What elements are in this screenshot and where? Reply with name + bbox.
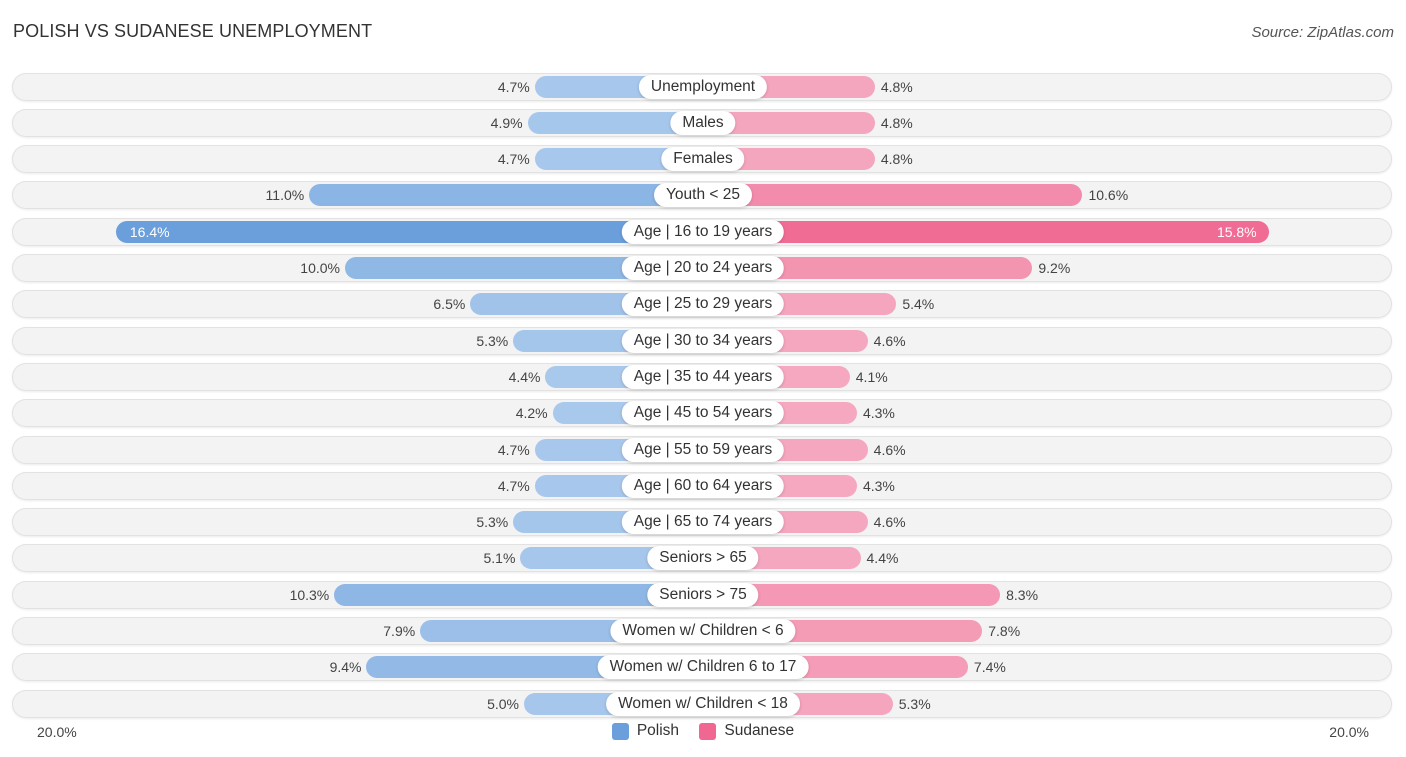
sudanese-value-label: 5.3% [898,695,931,712]
polish-value-label: 10.0% [300,260,340,276]
category-label: Males [670,110,736,135]
polish-value-label: 7.9% [383,623,416,639]
polish-value-label: 10.3% [289,586,330,603]
legend-swatch-sudanese [699,722,717,740]
sudanese-value-label: 8.3% [1006,586,1039,603]
sudanese-bar[interactable] [703,184,1083,207]
polish-value-label: 4.9% [490,114,523,131]
polish-value-label: 5.3% [476,514,509,531]
sudanese-value-label: 4.1% [855,368,888,385]
category-label: Age | 60 to 64 years [621,473,785,498]
legend-label-sudanese: Sudanese [724,722,795,739]
legend-label-polish: Polish [636,722,680,739]
category-label: Seniors > 65 [647,546,759,571]
sudanese-bar[interactable] [703,220,1269,243]
category-label: Age | 55 to 59 years [621,437,785,462]
legend-swatch-polish [611,722,629,740]
sudanese-value-label: 10.6% [1088,187,1129,204]
sudanese-value-label: 4.4% [866,550,899,567]
polish-value-label: 5.0% [487,695,519,712]
category-label: Age | 30 to 34 years [621,328,785,353]
diverging-bar-chart: 4.7% 4.8% Unemployment 4.9% 4.8% Males 4.7% 4.8… [0,0,1406,757]
polish-value-label: 5.3% [476,332,509,349]
sudanese-value-label: 5.4% [902,296,935,313]
sudanese-value-label: 4.8% [880,114,913,131]
polish-value-label: 6.5% [433,296,466,313]
legend-item-sudanese[interactable]: Sudanese [699,722,794,740]
polish-value-label: 4.7% [497,477,530,494]
sudanese-value-label: 4.6% [873,332,906,349]
polish-value-label: 4.7% [497,151,530,168]
polish-value-label: 4.2% [515,405,548,422]
sudanese-value-label: 4.8% [880,78,913,95]
category-label: Females [661,147,745,172]
sudanese-value-label: 4.6% [873,441,906,458]
polish-bar[interactable] [115,220,703,243]
sudanese-value-label: 4.3% [862,477,895,494]
polish-value-label: 5.1% [483,550,516,567]
legend: Polish Sudanese [0,722,1406,745]
category-label: Age | 35 to 44 years [621,364,785,389]
polish-value-label: 4.7% [497,78,530,95]
sudanese-value-label: 9.2% [1038,260,1071,276]
category-label: Women w/ Children < 6 [610,619,796,643]
category-label: Women w/ Children < 18 [606,691,800,716]
category-label: Age | 65 to 74 years [621,510,785,535]
polish-value-label: 11.0% [265,187,305,204]
sudanese-value-label: 4.6% [873,514,906,531]
sudanese-value-label: 7.8% [988,623,1021,639]
polish-value-label: 4.4% [508,368,541,385]
category-label: Age | 16 to 19 years [621,219,785,244]
category-label: Seniors > 75 [647,582,759,607]
category-label: Age | 20 to 24 years [621,256,785,280]
sudanese-value-label: 7.4% [973,659,1006,676]
category-label: Age | 45 to 54 years [621,401,785,426]
polish-bar[interactable] [309,184,703,207]
polish-value-label: 4.7% [497,441,530,458]
sudanese-value-label: 4.3% [862,405,895,422]
polish-value-label: 9.4% [329,659,362,676]
category-label: Youth < 25 [654,183,752,208]
category-label: Age | 25 to 29 years [621,292,785,317]
sudanese-value-label: 15.8% [1216,223,1257,240]
legend-item-polish[interactable]: Polish [611,722,680,740]
category-label: Unemployment [638,74,768,99]
sudanese-value-label: 4.8% [880,151,913,168]
polish-value-label: 16.4% [129,223,170,240]
category-label: Women w/ Children 6 to 17 [597,655,809,680]
